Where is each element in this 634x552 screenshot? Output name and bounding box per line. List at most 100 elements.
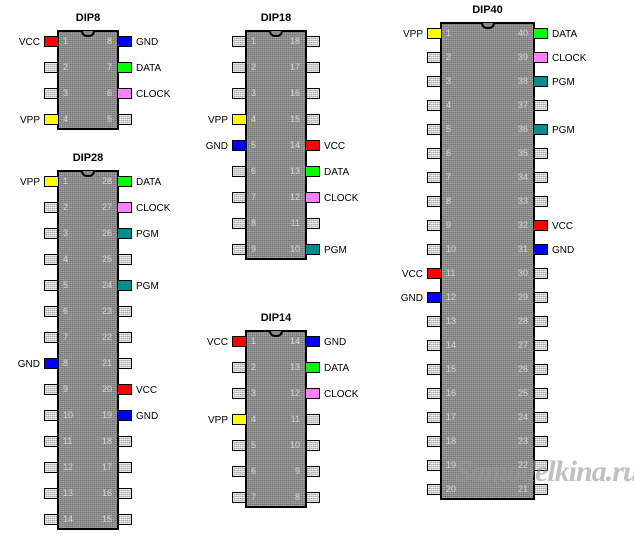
pin-dip40-32[interactable] — [533, 220, 548, 231]
pin-dip28-23[interactable] — [117, 306, 132, 317]
chip-dip18[interactable]: DIP18 1 2 3 4 VPP 5 GND 6 7 8 9 18 17 16 15 14 VCC 13 DATA 1… — [175, 12, 377, 282]
pin-dip40-35[interactable] — [533, 148, 548, 159]
pin-dip18-14[interactable] — [305, 140, 320, 151]
signal-label-dip18-13: DATA — [324, 167, 350, 178]
signal-label-dip28-20: VCC — [136, 385, 158, 396]
pin-dip14-9[interactable] — [305, 466, 320, 477]
pin-dip8-8[interactable] — [117, 36, 132, 47]
signal-label-dip8-4: VPP — [19, 115, 40, 126]
pin-number-dip40-34: 34 — [517, 172, 528, 182]
pin-number-dip40-38: 38 — [517, 76, 528, 86]
pin-number-dip28-18: 18 — [101, 436, 112, 446]
pin-number-dip14-13: 13 — [289, 362, 300, 372]
pin-number-dip28-20: 20 — [101, 384, 112, 394]
pin-number-dip40-23: 23 — [517, 436, 528, 446]
pin-dip14-8[interactable] — [305, 492, 320, 503]
pin-number-dip28-25: 25 — [101, 254, 112, 264]
pin-dip40-23[interactable] — [533, 436, 548, 447]
chip-dip8[interactable]: DIP8 1 VCC 2 3 4 VPP 8 GND 7 DATA 6 CLOCK 5 — [0, 12, 189, 152]
pin-dip28-21[interactable] — [117, 358, 132, 369]
pin-dip40-36[interactable] — [533, 124, 548, 135]
pin-number-dip40-36: 36 — [517, 124, 528, 134]
pin-dip28-16[interactable] — [117, 488, 132, 499]
pin-dip40-30[interactable] — [533, 268, 548, 279]
pin-dip40-33[interactable] — [533, 196, 548, 207]
pin-number-dip8-5: 5 — [106, 114, 112, 124]
pin-dip40-25[interactable] — [533, 388, 548, 399]
pin-dip40-22[interactable] — [533, 460, 548, 471]
pin-dip40-38[interactable] — [533, 76, 548, 87]
signal-label-dip40-38: PGM — [552, 77, 575, 88]
pin-dip40-24[interactable] — [533, 412, 548, 423]
pin-number-dip40-39: 39 — [517, 52, 528, 62]
pin-dip28-26[interactable] — [117, 228, 132, 239]
chip-dip40[interactable]: DIP40 1 VPP 2 3 4 5 6 7 8 9 10 11 VCC 12 GND 13 14 15 16 17 1… — [370, 4, 605, 522]
pin-number-dip40-29: 29 — [517, 292, 528, 302]
pin-dip14-12[interactable] — [305, 388, 320, 399]
pin-dip14-10[interactable] — [305, 440, 320, 451]
pin-number-dip18-14: 14 — [289, 140, 300, 150]
pin-number-dip40-25: 25 — [517, 388, 528, 398]
pin-dip28-18[interactable] — [117, 436, 132, 447]
pin-dip8-5[interactable] — [117, 114, 132, 125]
pin-dip40-26[interactable] — [533, 364, 548, 375]
pin-number-dip18-12: 12 — [289, 192, 300, 202]
pin-dip18-16[interactable] — [305, 88, 320, 99]
chip-dip14[interactable]: DIP14 1 VCC 2 3 4 VPP 5 6 7 14 GND 13 DATA 12 CLOCK 11 10… — [175, 312, 377, 530]
pin-number-dip28-22: 22 — [101, 332, 112, 342]
signal-label-dip14-12: CLOCK — [324, 389, 359, 400]
pin-number-dip18-11: 11 — [290, 218, 300, 228]
signal-label-dip18-4: VPP — [207, 115, 228, 126]
pin-number-dip28-23: 23 — [101, 306, 112, 316]
pin-dip14-14[interactable] — [305, 336, 320, 347]
chip-dip28[interactable]: DIP28 1 VPP 2 3 4 5 6 7 8 GND 9 10 11 12 13 14 28 DATA 27 CL… — [0, 152, 189, 552]
pin-dip28-24[interactable] — [117, 280, 132, 291]
chip-body-dip40 — [440, 22, 535, 500]
signal-label-dip8-6: CLOCK — [136, 89, 171, 100]
pin-dip28-27[interactable] — [117, 202, 132, 213]
pin-dip18-17[interactable] — [305, 62, 320, 73]
signal-label-dip40-36: PGM — [552, 125, 575, 136]
pin-dip18-15[interactable] — [305, 114, 320, 125]
pin-dip14-13[interactable] — [305, 362, 320, 373]
signal-label-dip28-1: VPP — [19, 177, 40, 188]
chip-title-dip18: DIP18 — [260, 12, 292, 24]
pin-number-dip14-9: 9 — [294, 466, 300, 476]
pin-dip28-25[interactable] — [117, 254, 132, 265]
pin-dip40-21[interactable] — [533, 484, 548, 495]
pin-dip28-22[interactable] — [117, 332, 132, 343]
pin-number-dip8-8: 8 — [106, 36, 112, 46]
chip-title-dip8: DIP8 — [75, 12, 101, 24]
pin-dip40-31[interactable] — [533, 244, 548, 255]
pin-number-dip18-17: 17 — [289, 62, 300, 72]
pin-dip18-13[interactable] — [305, 166, 320, 177]
pin-dip28-20[interactable] — [117, 384, 132, 395]
pin-number-dip14-10: 10 — [289, 440, 300, 450]
pin-dip28-15[interactable] — [117, 514, 132, 525]
pin-dip18-18[interactable] — [305, 36, 320, 47]
pin-dip40-29[interactable] — [533, 292, 548, 303]
pin-dip40-39[interactable] — [533, 52, 548, 63]
pin-dip18-11[interactable] — [305, 218, 320, 229]
pin-number-dip28-27: 27 — [101, 202, 112, 212]
pin-number-dip28-19: 19 — [101, 410, 112, 420]
signal-label-dip28-8: GND — [17, 359, 40, 370]
pin-dip8-7[interactable] — [117, 62, 132, 73]
pin-dip40-27[interactable] — [533, 340, 548, 351]
pin-dip28-28[interactable] — [117, 176, 132, 187]
pin-number-dip40-22: 22 — [517, 460, 528, 470]
pin-dip8-6[interactable] — [117, 88, 132, 99]
signal-label-dip18-14: VCC — [324, 141, 346, 152]
pin-dip28-19[interactable] — [117, 410, 132, 421]
pin-dip40-37[interactable] — [533, 100, 548, 111]
pin-dip18-10[interactable] — [305, 244, 320, 255]
signal-label-dip8-8: GND — [136, 37, 159, 48]
pin-dip40-28[interactable] — [533, 316, 548, 327]
signal-label-dip28-19: GND — [136, 411, 159, 422]
pin-dip40-34[interactable] — [533, 172, 548, 183]
pin-number-dip40-24: 24 — [517, 412, 528, 422]
pin-dip14-11[interactable] — [305, 414, 320, 425]
pin-dip28-17[interactable] — [117, 462, 132, 473]
pin-dip18-12[interactable] — [305, 192, 320, 203]
pin-dip40-40[interactable] — [533, 28, 548, 39]
